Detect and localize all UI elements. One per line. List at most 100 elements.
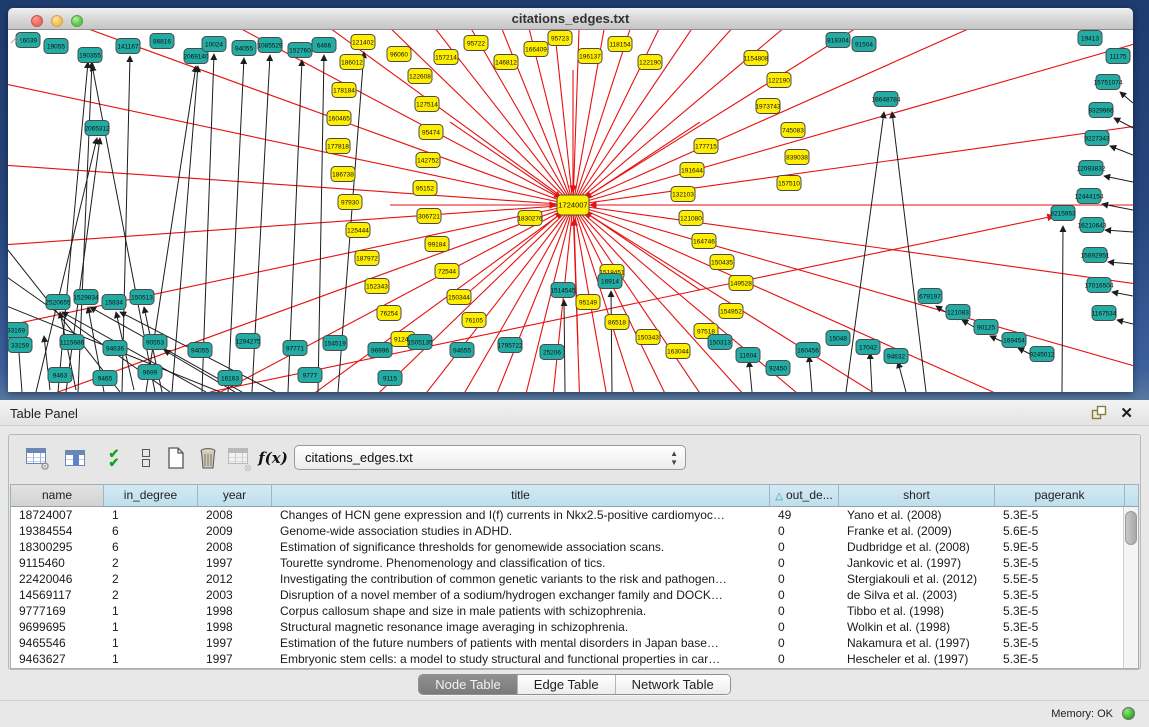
table-cell: Stergiakouli et al. (2012) xyxy=(839,571,995,587)
float-panel-icon[interactable] xyxy=(1091,405,1107,421)
table-row[interactable]: 1872400712008Changes of HCN gene express… xyxy=(11,507,1138,523)
graph-node-label: 186738 xyxy=(332,171,354,178)
show-columns-button[interactable] xyxy=(60,443,90,473)
graph-edge-red xyxy=(573,30,880,205)
canvas-resize-grip[interactable] xyxy=(8,30,22,44)
graph-node-label: 152343 xyxy=(366,283,388,290)
close-panel-icon[interactable]: ✕ xyxy=(1120,404,1133,422)
table-row[interactable]: 977716911998Corpus callosum shape and si… xyxy=(11,603,1138,619)
table-cell: 19384554 xyxy=(11,523,104,539)
select-all-button[interactable]: ✔✔ xyxy=(99,443,129,473)
table-row[interactable]: 2242004622012Investigating the contribut… xyxy=(11,571,1138,587)
graph-node-label: 9699 xyxy=(143,369,158,376)
graph-node-label: 97771 xyxy=(286,345,304,352)
split-pane-handle[interactable] xyxy=(567,393,579,399)
table-cell: 1998 xyxy=(198,603,272,619)
graph-node-label: 25206 xyxy=(543,349,561,356)
new-column-button[interactable] xyxy=(161,443,191,473)
scrollbar-thumb[interactable] xyxy=(1125,511,1137,545)
graph-node-label: 16210643 xyxy=(1078,222,1107,229)
graph-node-label: 19413 xyxy=(1081,35,1099,42)
column-header-name[interactable]: name xyxy=(11,485,104,506)
graph-node-label: 1514545 xyxy=(550,287,576,294)
table-row[interactable]: 946362711997Embryonic stem cells: a mode… xyxy=(11,651,1138,667)
graph-node-label: 1085529 xyxy=(257,42,283,49)
table-cell: 5.3E-5 xyxy=(995,555,1125,571)
graph-node-label: 99184 xyxy=(428,241,446,248)
table-cell: Jankovic et al. (1997) xyxy=(839,555,995,571)
column-header-out_de[interactable]: △out_de... xyxy=(770,485,839,506)
graph-edge-black xyxy=(611,291,612,392)
graph-node-label: 190355 xyxy=(79,52,101,59)
graph-edge-black xyxy=(809,356,812,392)
table-cell: Wolkin et al. (1998) xyxy=(839,619,995,635)
column-header-title[interactable]: title xyxy=(272,485,770,506)
table-cell: 5.3E-5 xyxy=(995,651,1125,667)
table-cell: 1 xyxy=(104,651,198,667)
table-selector-dropdown[interactable]: citations_edges.txt ▲▼ xyxy=(294,445,686,470)
table-row[interactable]: 911546021997Tourette syndrome. Phenomeno… xyxy=(11,555,1138,571)
window-title: citations_edges.txt xyxy=(8,11,1133,26)
network-canvas[interactable]: 1724007186012178184160465177818186738979… xyxy=(8,30,1133,392)
graph-node-label: 150435 xyxy=(711,259,733,266)
graph-node-label: 92450 xyxy=(769,365,787,372)
graph-node-label: 1167534 xyxy=(1092,310,1117,317)
graph-node-label: 19055 xyxy=(47,43,65,50)
graph-node-label: 150344 xyxy=(448,294,470,301)
table-cell: 1997 xyxy=(198,635,272,651)
delete-column-button[interactable] xyxy=(193,443,223,473)
graph-edge-black xyxy=(62,312,206,392)
column-header-short[interactable]: short xyxy=(839,485,995,506)
network-view-window: citations_edges.txt 17240071860121781841… xyxy=(8,8,1133,392)
table-row[interactable]: 969969511998Structural magnetic resonanc… xyxy=(11,619,1138,635)
tab-edge-table[interactable]: Edge Table xyxy=(518,675,616,694)
column-header-in_degree[interactable]: in_degree xyxy=(104,485,198,506)
node-table: namein_degreeyeartitle△out_de...shortpag… xyxy=(10,484,1139,669)
table-cell: 0 xyxy=(770,635,839,651)
graph-node-label: 9115 xyxy=(383,375,397,382)
table-tabs-segmented-control: Node TableEdge TableNetwork Table xyxy=(418,674,731,695)
network-window-titlebar[interactable]: citations_edges.txt xyxy=(8,8,1133,30)
graph-node-label: 150313 xyxy=(709,339,731,346)
graph-node-label: 157214 xyxy=(435,54,457,61)
table-cell: 5.3E-5 xyxy=(995,587,1125,603)
graph-node-label: 15048 xyxy=(829,335,847,342)
graph-node-label: 11175 xyxy=(1109,53,1126,60)
row-height-button[interactable] xyxy=(131,443,161,473)
sort-ascending-icon: △ xyxy=(775,491,783,502)
table-row[interactable]: 946554611997Estimation of the future num… xyxy=(11,635,1138,651)
graph-node-label: 1529834 xyxy=(73,294,99,301)
table-cell: 6 xyxy=(104,539,198,555)
column-settings-button[interactable]: ⚙ xyxy=(21,443,51,473)
vertical-scrollbar[interactable] xyxy=(1123,507,1138,668)
status-bar: Memory: OK xyxy=(0,700,1149,727)
table-cell: de Silva et al. (2003) xyxy=(839,587,995,603)
graph-edge-red xyxy=(404,30,573,205)
table-header-row: namein_degreeyeartitle△out_de...shortpag… xyxy=(11,485,1138,507)
citation-network-graph[interactable]: 1724007186012178184160465177818186738979… xyxy=(8,30,1133,392)
table-cell: 1 xyxy=(104,619,198,635)
memory-ok-indicator-icon xyxy=(1122,707,1135,720)
column-header-pagerank[interactable]: pagerank xyxy=(995,485,1125,506)
graph-edge-red xyxy=(574,219,578,345)
graph-edge-black xyxy=(898,362,906,392)
table-row[interactable]: 1830029562008Estimation of significance … xyxy=(11,539,1138,555)
function-builder-button[interactable]: f(x) xyxy=(258,443,288,473)
table-cell: 49 xyxy=(770,507,839,523)
graph-edge-black xyxy=(1114,118,1133,128)
graph-edge-black xyxy=(1105,230,1133,232)
graph-node-label: 1294275 xyxy=(235,338,261,345)
graph-node-label: 306721 xyxy=(418,213,440,220)
table-row[interactable]: 1456911722003Disruption of a novel membe… xyxy=(11,587,1138,603)
table-body: 1872400712008Changes of HCN gene express… xyxy=(11,507,1138,667)
column-header-year[interactable]: year xyxy=(198,485,272,506)
graph-node-label: 9465 xyxy=(98,375,113,382)
table-cell: 2009 xyxy=(198,523,272,539)
graph-node-label: 8215953 xyxy=(1050,210,1076,217)
tab-network-table[interactable]: Network Table xyxy=(616,675,730,694)
table-cell: 9777169 xyxy=(11,603,104,619)
graph-node-label: 2065312 xyxy=(84,125,110,132)
tab-node-table[interactable]: Node Table xyxy=(419,675,518,694)
graph-edge-black xyxy=(1112,292,1133,296)
table-row[interactable]: 1938455462009Genome-wide association stu… xyxy=(11,523,1138,539)
